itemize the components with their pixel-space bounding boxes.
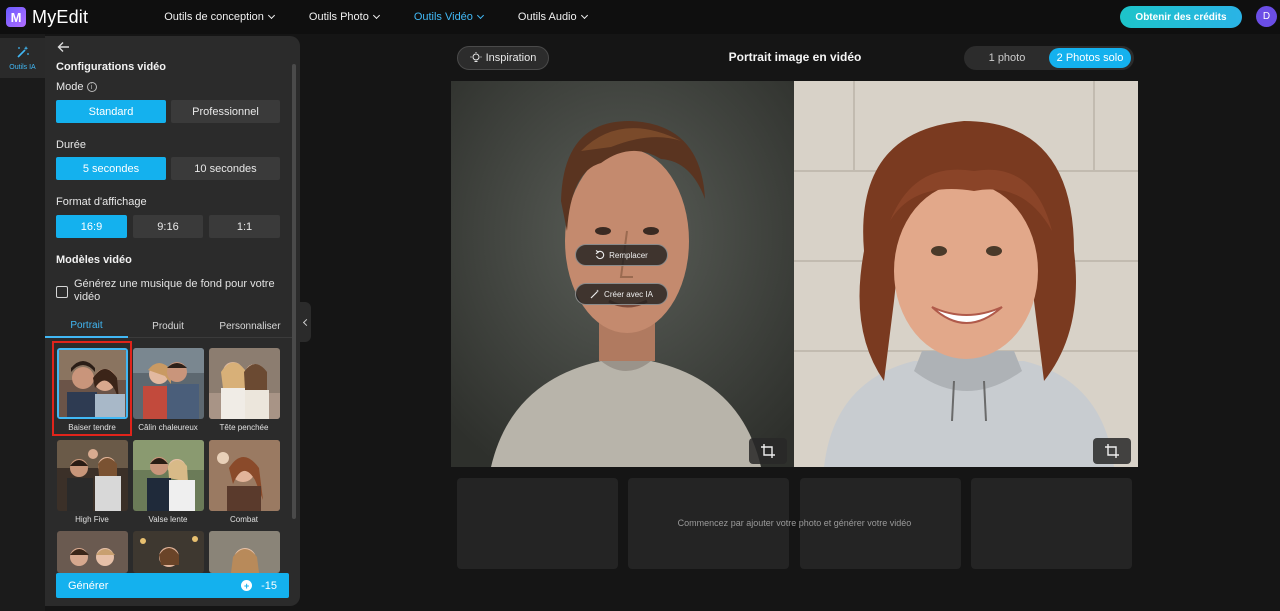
user-avatar[interactable]: D (1256, 6, 1277, 27)
nav-video-tools[interactable]: Outils Vidéo (396, 11, 500, 23)
page-title: Portrait image en vidéo (728, 50, 862, 64)
chevron-down-icon (580, 11, 588, 20)
collapse-panel-button[interactable] (300, 302, 311, 342)
duration-label: Durée (56, 139, 86, 151)
nav-design-tools[interactable]: Outils de conception (146, 11, 291, 23)
mode-one-photo[interactable]: 1 photo (968, 48, 1046, 68)
generate-button-label: Générer (68, 579, 109, 592)
generate-cost: -15 (261, 579, 277, 592)
lightbulb-icon (470, 52, 482, 62)
template-thumb-slow-waltz[interactable] (133, 440, 204, 511)
undo-icon (595, 250, 605, 260)
generate-button[interactable]: Générer + -15 (56, 573, 289, 598)
settings-panel: Configurations vidéo Mode i Standard Prof… (45, 36, 300, 606)
music-checkbox-label[interactable]: Générez une musique de fond pour votre v… (74, 278, 284, 304)
app-name: MyEdit (32, 6, 89, 27)
chevron-down-icon (476, 11, 484, 20)
crop-icon (761, 444, 775, 458)
duration-10s-button[interactable]: 10 secondes (171, 157, 280, 180)
nav-photo-tools[interactable]: Outils Photo (291, 11, 396, 23)
duration-5s-button[interactable]: 5 secondes (56, 157, 166, 180)
crop-button-right[interactable] (1093, 438, 1131, 464)
template-tabs: Portrait Produit Personnaliser (45, 314, 292, 338)
templates-title: Modèles vidéo (56, 254, 132, 266)
create-ai-label: Créer avec IA (604, 289, 653, 299)
tab-portrait[interactable]: Portrait (45, 314, 128, 338)
inspiration-button[interactable]: Inspiration (457, 46, 549, 70)
panel-title: Configurations vidéo (56, 61, 166, 73)
top-bar: M MyEdit Outils de conception Outils Pho… (0, 0, 1280, 34)
info-icon[interactable]: i (86, 82, 97, 93)
mode-label: Mode i (56, 81, 97, 93)
template-thumb-warm-hug[interactable] (133, 348, 204, 419)
chevron-left-icon (302, 318, 311, 326)
format-16-9-button[interactable]: 16:9 (56, 215, 127, 238)
replace-photo-button[interactable]: Remplacer (575, 244, 668, 266)
template-thumb-head-tilt[interactable] (209, 348, 280, 419)
template-thumb-row3-2[interactable] (133, 531, 204, 573)
tab-product[interactable]: Produit (128, 314, 208, 338)
empty-results-message: Commencez par ajouter votre photo et gén… (677, 518, 912, 528)
app-logo[interactable]: M MyEdit (6, 7, 88, 28)
selected-template-highlight (52, 341, 132, 436)
photo-mode-toggle: 1 photo 2 Photos solo (964, 46, 1134, 70)
template-caption: Câlin chaleureux (138, 423, 198, 432)
template-caption: Combat (229, 515, 258, 524)
format-1-1-button[interactable]: 1:1 (209, 215, 280, 238)
rail-item-ai-tools[interactable]: Outils IA (0, 38, 45, 78)
template-thumb-row3-1[interactable] (57, 531, 128, 573)
template-caption: Valse lente (148, 515, 188, 524)
mode-two-photos-solo[interactable]: 2 Photos solo (1049, 48, 1131, 68)
template-thumb-row3-3[interactable] (209, 531, 280, 573)
credit-coin-icon: + (241, 580, 253, 591)
crop-button-left[interactable] (749, 438, 787, 464)
replace-label: Remplacer (609, 250, 648, 260)
inspiration-label: Inspiration (485, 52, 537, 64)
format-9-16-button[interactable]: 9:16 (133, 215, 203, 238)
main-nav: Outils de conception Outils Photo Outils… (146, 11, 603, 23)
rail-item-label: Outils IA (9, 64, 36, 71)
tab-customize[interactable]: Personnaliser (208, 314, 292, 338)
mode-standard-button[interactable]: Standard (56, 100, 166, 123)
mode-professional-button[interactable]: Professionnel (171, 100, 280, 123)
get-credits-button[interactable]: Obtenir des crédits (1120, 6, 1242, 28)
create-with-ai-button[interactable]: Créer avec IA (575, 283, 668, 305)
music-checkbox[interactable] (56, 286, 68, 298)
tool-rail: Outils IA (0, 34, 45, 611)
photo-slot-left[interactable] (451, 81, 794, 467)
chevron-down-icon (372, 11, 380, 20)
myedit-logo-icon: M (6, 7, 26, 27)
magic-wand-icon (16, 45, 30, 62)
format-label: Format d'affichage (56, 196, 147, 208)
photo-slot-right[interactable] (794, 81, 1138, 467)
template-caption: High Five (75, 515, 109, 524)
panel-scrollbar[interactable] (292, 64, 296, 519)
nav-audio-tools[interactable]: Outils Audio (500, 11, 604, 23)
template-caption: Tête penchée (219, 423, 269, 432)
back-arrow-icon[interactable] (57, 40, 70, 56)
crop-icon (1105, 444, 1119, 458)
chevron-down-icon (267, 11, 275, 20)
template-thumb-high-five[interactable] (57, 440, 128, 511)
template-thumb-combat[interactable] (209, 440, 280, 511)
magic-wand-icon (590, 289, 600, 299)
